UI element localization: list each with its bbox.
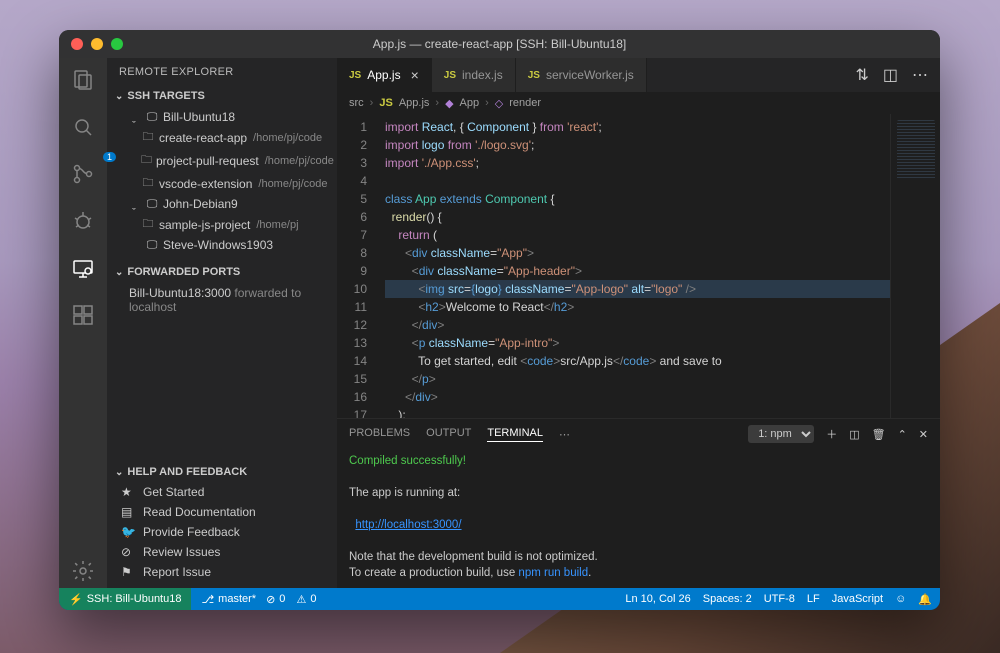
- sidebar-title: REMOTE EXPLORER: [107, 58, 337, 86]
- js-file-icon: JS: [528, 70, 540, 81]
- help-item[interactable]: ⊘Review Issues: [107, 542, 337, 562]
- help-item-icon: ▤: [121, 505, 135, 519]
- minimize-window[interactable]: [91, 38, 103, 50]
- help-item[interactable]: ▤Read Documentation: [107, 502, 337, 522]
- split-terminal-icon[interactable]: ◫: [849, 428, 859, 441]
- ssh-folder[interactable]: 🗀create-react-app/home/pj/code: [107, 126, 337, 149]
- status-lang[interactable]: JavaScript: [832, 593, 883, 606]
- monitor-icon: 🖵: [145, 111, 159, 124]
- sidebar: REMOTE EXPLORER ⌄SSH TARGETS ˬ 🖵 Bill-Ubun…: [107, 58, 337, 588]
- scm-badge: 1: [103, 152, 116, 162]
- close-panel-icon[interactable]: ✕: [919, 428, 928, 441]
- help-item-icon: 🐦: [121, 525, 135, 539]
- status-branch[interactable]: ⎇master*: [201, 593, 256, 606]
- folder-icon: 🗀: [141, 128, 155, 147]
- folder-icon: 🗀: [141, 151, 152, 170]
- panel: PROBLEMSOUTPUTTERMINAL ⋯ 1: npm ＋ ◫ 🗑 ⌃ …: [337, 418, 940, 588]
- js-file-icon: JS: [444, 70, 456, 81]
- help-item[interactable]: ⚑Report Issue: [107, 562, 337, 582]
- ssh-targets-header[interactable]: ⌄SSH TARGETS: [107, 86, 337, 106]
- warning-icon: ⚠: [296, 593, 306, 606]
- status-bar: ⚡SSH: Bill-Ubuntu18 ⎇master* ⊘0 ⚠0 Ln 10…: [59, 588, 940, 610]
- monitor-icon: 🖵: [145, 198, 159, 211]
- status-bell-icon[interactable]: 🔔: [918, 593, 932, 606]
- compare-icon[interactable]: ⇅: [855, 65, 868, 85]
- monitor-icon: 🖵: [145, 239, 159, 252]
- help-item-icon: ⚑: [121, 565, 135, 579]
- kill-terminal-icon[interactable]: 🗑: [872, 428, 886, 441]
- ssh-host[interactable]: 🖵Steve-Windows1903: [107, 236, 337, 254]
- status-problems[interactable]: ⊘0 ⚠0: [266, 593, 316, 606]
- folder-icon: 🗀: [141, 174, 155, 193]
- panel-more-icon[interactable]: ⋯: [559, 428, 570, 441]
- ssh-folder[interactable]: 🗀vscode-extension/home/pj/code: [107, 172, 337, 195]
- breadcrumbs[interactable]: src› JSApp.js› ◆App› ◇render: [337, 92, 940, 114]
- chevron-icon: ˬ: [127, 111, 141, 123]
- status-feedback-icon[interactable]: ☺: [895, 593, 906, 606]
- panel-tab[interactable]: TERMINAL: [487, 427, 543, 442]
- ssh-folder[interactable]: 🗀sample-js-project/home/pj: [107, 213, 337, 236]
- terminal[interactable]: Compiled successfully! The app is runnin…: [337, 449, 940, 588]
- editor-tabs: JSApp.js×JSindex.jsJSserviceWorker.js ⇅ …: [337, 58, 940, 92]
- ssh-folder[interactable]: 🗀project-pull-request/home/pj/code: [107, 149, 337, 172]
- settings-icon[interactable]: [71, 559, 95, 588]
- status-spaces[interactable]: Spaces: 2: [703, 593, 752, 606]
- remote-icon: ⚡: [69, 593, 83, 606]
- code-editor[interactable]: 1234567891011121314151617 import React, …: [337, 114, 940, 418]
- new-terminal-icon[interactable]: ＋: [826, 426, 837, 442]
- titlebar[interactable]: App.js — create-react-app [SSH: Bill-Ubu…: [59, 30, 940, 58]
- forwarded-ports-header[interactable]: ⌄FORWARDED PORTS: [107, 262, 337, 282]
- help-item-icon: ★: [121, 485, 135, 499]
- search-icon[interactable]: [71, 115, 95, 144]
- panel-tab[interactable]: PROBLEMS: [349, 427, 410, 442]
- error-icon: ⊘: [266, 593, 275, 606]
- ssh-host[interactable]: ˬ🖵Bill-Ubuntu18: [107, 108, 337, 126]
- close-window[interactable]: [71, 38, 83, 50]
- extensions-icon[interactable]: [71, 303, 95, 332]
- localhost-link[interactable]: http://localhost:3000/: [355, 519, 461, 531]
- close-tab-icon[interactable]: ×: [411, 67, 419, 83]
- forwarded-port[interactable]: Bill-Ubuntu18:3000 forwarded to localhos…: [107, 282, 337, 318]
- chevron-down-icon: ⌄: [115, 467, 123, 478]
- editor-tab[interactable]: JSindex.js: [432, 58, 516, 92]
- help-feedback-header[interactable]: ⌄HELP AND FEEDBACK: [107, 462, 337, 482]
- panel-tabs: PROBLEMSOUTPUTTERMINAL ⋯ 1: npm ＋ ◫ 🗑 ⌃ …: [337, 419, 940, 449]
- help-item[interactable]: ★Get Started: [107, 482, 337, 502]
- editor-group: JSApp.js×JSindex.jsJSserviceWorker.js ⇅ …: [337, 58, 940, 588]
- remote-explorer-icon[interactable]: [71, 256, 95, 285]
- scm-icon[interactable]: 1: [71, 162, 95, 191]
- maximize-panel-icon[interactable]: ⌃: [898, 428, 907, 441]
- status-encoding[interactable]: UTF-8: [764, 593, 795, 606]
- status-cursor[interactable]: Ln 10, Col 26: [625, 593, 690, 606]
- split-editor-icon[interactable]: ◫: [883, 65, 898, 85]
- panel-tab[interactable]: OUTPUT: [426, 427, 471, 442]
- minimap[interactable]: [890, 114, 940, 418]
- branch-icon: ⎇: [201, 593, 214, 606]
- explorer-icon[interactable]: [71, 68, 95, 97]
- status-remote[interactable]: ⚡SSH: Bill-Ubuntu18: [59, 588, 191, 610]
- editor-tab[interactable]: JSserviceWorker.js: [516, 58, 647, 92]
- window-title: App.js — create-react-app [SSH: Bill-Ubu…: [373, 37, 626, 51]
- terminal-selector[interactable]: 1: npm: [748, 425, 814, 443]
- help-item[interactable]: 🐦Provide Feedback: [107, 522, 337, 542]
- ssh-host[interactable]: ˬ🖵John-Debian9: [107, 195, 337, 213]
- editor-tab[interactable]: JSApp.js×: [337, 58, 432, 92]
- folder-icon: 🗀: [141, 215, 155, 234]
- status-eol[interactable]: LF: [807, 593, 820, 606]
- chevron-down-icon: ⌄: [115, 267, 123, 278]
- vscode-window: App.js — create-react-app [SSH: Bill-Ubu…: [59, 30, 940, 610]
- more-icon[interactable]: ⋯: [912, 65, 928, 85]
- js-file-icon: JS: [349, 70, 361, 81]
- activity-bar: 1: [59, 58, 107, 588]
- chevron-down-icon: ⌄: [115, 91, 123, 102]
- maximize-window[interactable]: [111, 38, 123, 50]
- help-item-icon: ⊘: [121, 545, 135, 559]
- debug-icon[interactable]: [71, 209, 95, 238]
- chevron-icon: ˬ: [127, 198, 141, 210]
